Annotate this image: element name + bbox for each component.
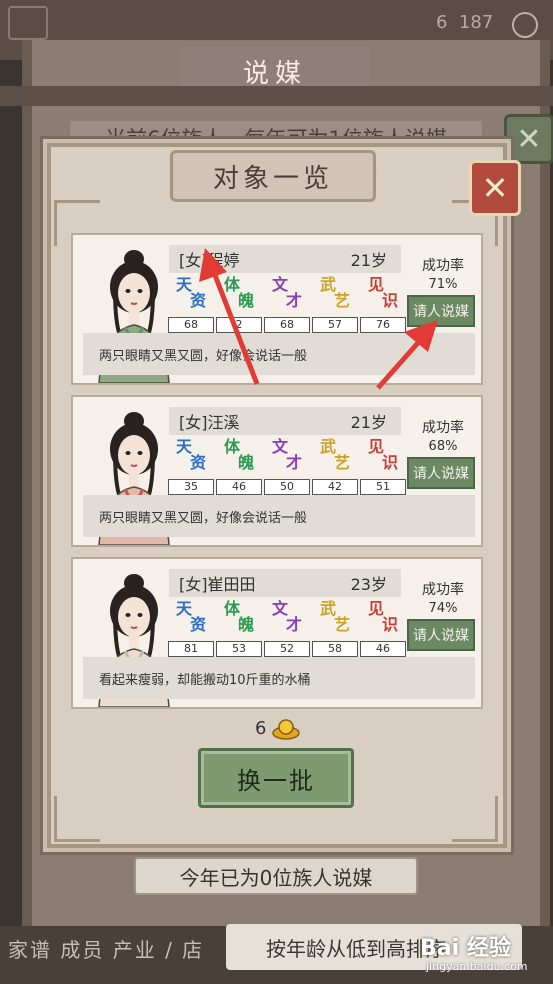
refresh-cost: 6 xyxy=(255,718,267,739)
stat-glyph-bottom: 才 xyxy=(286,291,303,310)
annotation-arrow xyxy=(199,248,260,385)
stat-value: 46 xyxy=(216,479,262,495)
gold-ingot-icon xyxy=(272,719,300,740)
refresh-button[interactable]: 换一批 xyxy=(198,748,354,808)
bottom-tabs[interactable]: 家谱 成员 产业 / 店 xyxy=(8,934,204,963)
stat-value: 42 xyxy=(312,479,358,495)
stat-value: 46 xyxy=(360,641,406,657)
background-close-icon[interactable]: ✕ xyxy=(504,114,553,164)
stat-block: 天 资 35 xyxy=(168,439,214,495)
corner-ornament xyxy=(452,796,498,842)
candidate-name: [女]崔田田 xyxy=(179,575,256,594)
stat-block: 见 识 51 xyxy=(360,439,406,495)
roof-decoration xyxy=(0,86,553,106)
candidate-description: 看起来瘦弱，却能搬动10斤重的水桶 xyxy=(83,657,475,699)
stat-glyph-bottom: 资 xyxy=(190,453,207,472)
yearly-status: 今年已为0位族人说媒 xyxy=(134,857,418,895)
stat-glyph-bottom: 艺 xyxy=(334,615,351,634)
stat-glyph-bottom: 艺 xyxy=(334,291,351,310)
stat-block: 见 识 46 xyxy=(360,601,406,657)
stat-value: 35 xyxy=(168,479,214,495)
stat-value: 58 xyxy=(312,641,358,657)
success-rate-label: 成功率 xyxy=(422,582,464,598)
stat-value: 51 xyxy=(360,479,406,495)
stat-glyph-bottom: 才 xyxy=(286,453,303,472)
candidate-name-bar: [女]崔田田 23岁 xyxy=(169,569,401,597)
candidate-description: 两只眼睛又黑又圆，好像会说话一般 xyxy=(83,495,475,537)
stat-block: 武 艺 42 xyxy=(312,439,358,495)
stat-glyph-bottom: 魄 xyxy=(238,615,255,634)
ask-matchmaker-button[interactable]: 请人说媒 xyxy=(407,619,475,651)
ask-matchmaker-button[interactable]: 请人说媒 xyxy=(407,457,475,489)
coin-icon xyxy=(512,12,538,38)
stat-value: 52 xyxy=(264,641,310,657)
success-rate-label: 成功率 xyxy=(422,258,464,274)
modal-title: 对象一览 xyxy=(170,150,376,202)
success-rate-value: 74% xyxy=(428,601,458,616)
stat-value: 57 xyxy=(312,317,358,333)
candidate-name: [女]汪溪 xyxy=(179,413,240,432)
stat-glyph-bottom: 魄 xyxy=(238,453,255,472)
success-rate-value: 68% xyxy=(428,439,458,454)
candidate-age: 21岁 xyxy=(350,413,387,432)
resource-counter: 6 187 xyxy=(436,12,494,33)
stat-block: 体 魄 53 xyxy=(216,601,262,657)
stat-value: 50 xyxy=(264,479,310,495)
candidate-card: [女]汪溪 21岁 天 资 35 体 魄 46 文 才 50 武 艺 42 见 … xyxy=(71,395,483,547)
stat-block: 体 魄 46 xyxy=(216,439,262,495)
corner-ornament xyxy=(54,796,100,842)
stat-block: 武 艺 57 xyxy=(312,277,358,333)
candidate-age: 21岁 xyxy=(350,251,387,270)
watermark-brand: Bai 经验 xyxy=(420,936,511,961)
success-rate-value: 71% xyxy=(428,277,458,292)
candidate-age: 23岁 xyxy=(350,575,387,594)
stat-glyph-bottom: 资 xyxy=(190,615,207,634)
stat-glyph-bottom: 艺 xyxy=(334,453,351,472)
stat-value: 53 xyxy=(216,641,262,657)
close-icon[interactable]: ✕ xyxy=(469,160,521,216)
candidate-card: [女]崔田田 23岁 天 资 81 体 魄 53 文 才 52 武 艺 58 见… xyxy=(71,557,483,709)
success-rate-label: 成功率 xyxy=(422,420,464,436)
stat-glyph-bottom: 识 xyxy=(382,615,399,634)
stat-block: 文 才 68 xyxy=(264,277,310,333)
stat-block: 文 才 52 xyxy=(264,601,310,657)
stat-block: 天 资 81 xyxy=(168,601,214,657)
stat-block: 文 才 50 xyxy=(264,439,310,495)
stat-value: 68 xyxy=(264,317,310,333)
watermark-url: jingyan.baidu.com xyxy=(426,960,528,973)
candidate-name-bar: [女]汪溪 21岁 xyxy=(169,407,401,435)
stat-value: 81 xyxy=(168,641,214,657)
annotation-arrow xyxy=(376,320,438,390)
menu-icon[interactable] xyxy=(8,6,48,40)
stat-glyph-bottom: 才 xyxy=(286,615,303,634)
stat-glyph-bottom: 识 xyxy=(382,291,399,310)
stat-block: 武 艺 58 xyxy=(312,601,358,657)
stat-glyph-bottom: 识 xyxy=(382,453,399,472)
